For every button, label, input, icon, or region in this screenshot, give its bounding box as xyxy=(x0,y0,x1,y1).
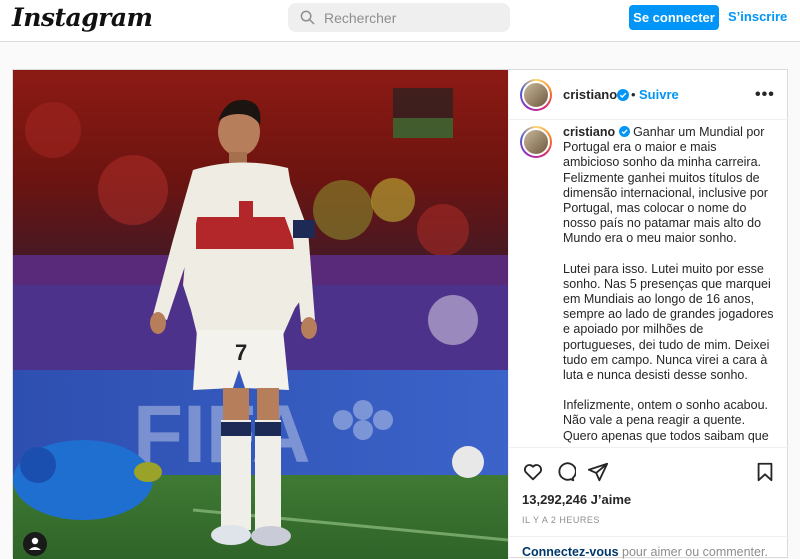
post-photo-illustration: FIFA xyxy=(13,70,508,559)
post-actions: 13,292,246 J’aime IL Y A 2 HEURES Connec… xyxy=(509,447,790,559)
caption-paragraph: Ganhar um Mundial por Portugal era o mai… xyxy=(563,125,768,246)
login-prompt-text: pour aimer ou commenter. xyxy=(618,545,768,559)
post-author-username[interactable]: cristiano xyxy=(563,87,617,102)
search-box[interactable] xyxy=(288,3,510,32)
divider xyxy=(509,536,790,537)
heart-icon[interactable] xyxy=(522,461,544,483)
login-link[interactable]: Connectez-vous xyxy=(522,545,619,559)
caption-avatar[interactable] xyxy=(520,126,552,158)
caption-paragraph: Infelizmente, ontem o sonho acabou. Não … xyxy=(563,398,769,443)
separator-dot: • xyxy=(631,87,636,102)
search-icon xyxy=(300,10,315,25)
caption-paragraph: Lutei para isso. Lutei muito por esse so… xyxy=(563,261,774,383)
follow-button[interactable]: Suivre xyxy=(639,87,679,102)
avatar[interactable] xyxy=(520,79,552,111)
user-tag-icon xyxy=(29,537,41,550)
post-photo[interactable]: FIFA xyxy=(13,70,508,559)
signup-link[interactable]: S’inscrire xyxy=(728,9,787,24)
post-header: cristiano • Suivre ••• xyxy=(509,70,790,120)
verified-icon xyxy=(617,89,629,101)
instagram-logo[interactable]: Instagram xyxy=(12,3,153,32)
bookmark-icon[interactable] xyxy=(754,461,776,483)
post-sidebar: cristiano • Suivre ••• cristiano Ganhar … xyxy=(508,70,790,559)
user-tag-button[interactable] xyxy=(23,532,47,556)
verified-icon xyxy=(618,126,630,137)
jersey-number-text: 7 xyxy=(235,340,247,365)
login-button[interactable]: Se connecter xyxy=(629,5,719,30)
post-card: FIFA xyxy=(12,69,790,559)
post-timestamp[interactable]: IL Y A 2 HEURES xyxy=(522,515,600,525)
post-caption: cristiano Ganhar um Mundial por Portugal… xyxy=(563,125,775,447)
caption-scroll-area[interactable]: cristiano Ganhar um Mundial por Portugal… xyxy=(509,121,790,447)
likes-count[interactable]: 13,292,246 J’aime xyxy=(522,492,631,507)
search-input[interactable] xyxy=(324,3,504,32)
comment-icon[interactable] xyxy=(554,461,576,483)
caption-username[interactable]: cristiano xyxy=(563,125,615,139)
top-navigation-bar: Instagram Se connecter S’inscrire xyxy=(0,0,800,42)
share-icon[interactable] xyxy=(587,461,609,483)
login-prompt: Connectez-vous pour aimer ou commenter. xyxy=(522,545,768,559)
more-options-icon[interactable]: ••• xyxy=(755,86,775,104)
